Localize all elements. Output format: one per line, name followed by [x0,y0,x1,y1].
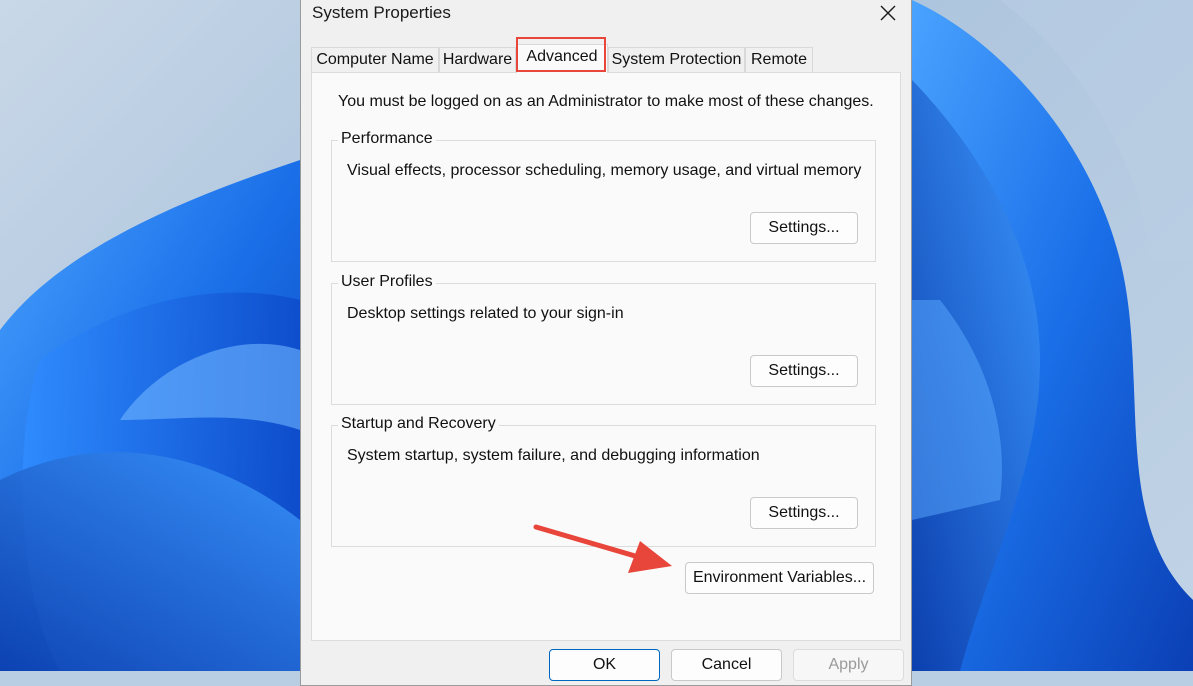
tab-label: Remote [750,51,808,68]
ok-button[interactable]: OK [549,649,660,681]
performance-group: Performance Visual effects, processor sc… [331,130,876,262]
group-description: Desktop settings related to your sign-in [347,305,624,322]
apply-button[interactable]: Apply [793,649,904,681]
tab-advanced[interactable]: Advanced [516,44,608,73]
tab-label: System Protection [611,51,742,68]
advanced-tab-panel: You must be logged on as an Administrato… [311,72,901,641]
close-icon [880,5,896,21]
tab-label: Advanced [526,48,598,65]
close-button[interactable] [865,0,911,29]
admin-note: You must be logged on as an Administrato… [338,93,874,110]
group-description: Visual effects, processor scheduling, me… [347,162,862,179]
user-profiles-settings-button[interactable]: Settings... [750,355,858,387]
tab-system-protection[interactable]: System Protection [608,47,745,72]
user-profiles-group: User Profiles Desktop settings related t… [331,273,876,405]
group-title: Startup and Recovery [338,415,499,433]
startup-recovery-settings-button[interactable]: Settings... [750,497,858,529]
performance-settings-button[interactable]: Settings... [750,212,858,244]
startup-recovery-group: Startup and Recovery System startup, sys… [331,415,876,547]
dialog-title: System Properties [312,3,451,22]
tab-computer-name[interactable]: Computer Name [311,47,439,72]
tab-label: Hardware [442,51,513,68]
group-title: User Profiles [338,273,436,291]
title-bar: System Properties [301,0,911,31]
group-description: System startup, system failure, and debu… [347,447,760,464]
tab-hardware[interactable]: Hardware [439,47,516,72]
system-properties-dialog: System Properties Computer Name Hardware… [300,0,912,686]
group-title: Performance [338,130,436,148]
tab-label: Computer Name [316,51,434,68]
cancel-button[interactable]: Cancel [671,649,782,681]
environment-variables-button[interactable]: Environment Variables... [685,562,874,594]
tab-remote[interactable]: Remote [745,47,813,72]
